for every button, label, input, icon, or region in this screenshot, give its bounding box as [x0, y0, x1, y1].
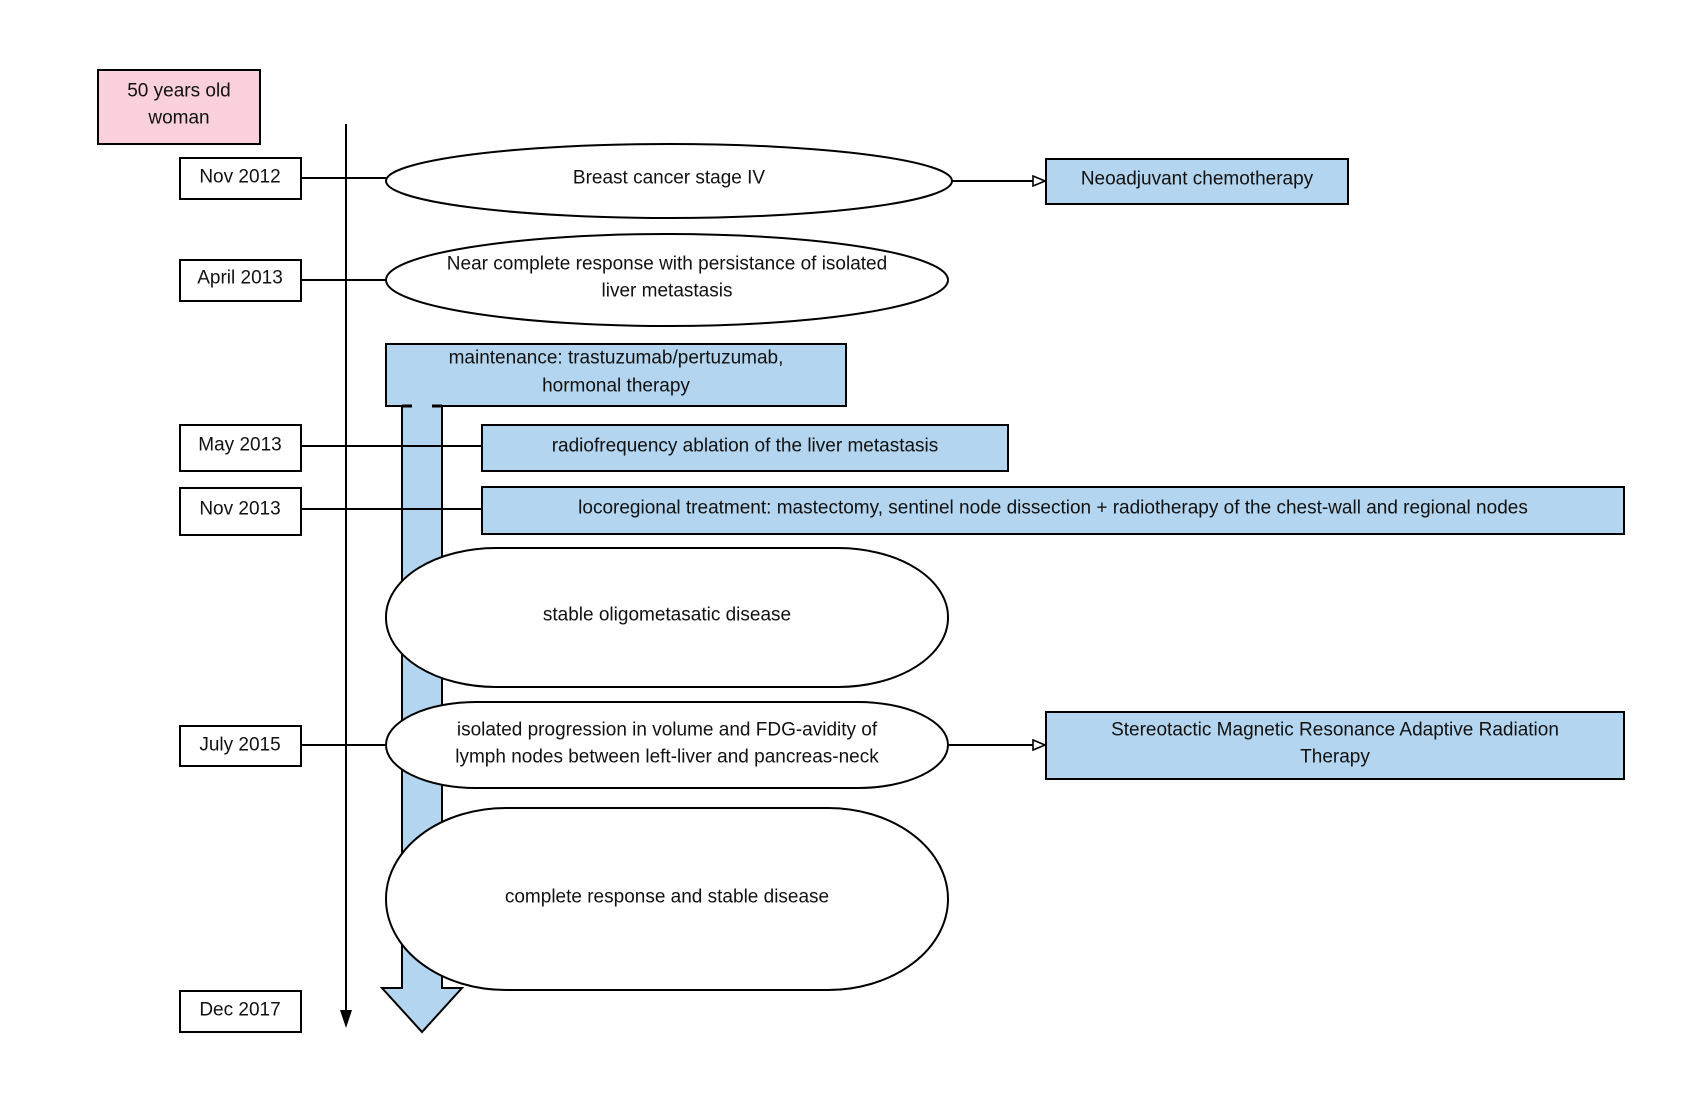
treatment-neoadjuvant-chemotherapy: Neoadjuvant chemotherapy [1045, 158, 1349, 205]
treatment-label: Neoadjuvant chemotherapy [1081, 169, 1314, 190]
treatment-label: radiofrequency ablation of the liver met… [552, 436, 939, 457]
event-isolated-progression: isolated progression in volume and FDG-a… [385, 701, 949, 789]
treatment-maintenance-therapy: maintenance: trastuzumab/pertuzumab, hor… [385, 343, 847, 407]
date-box-april-2013: April 2013 [179, 259, 302, 302]
date-box-nov-2012: Nov 2012 [179, 157, 302, 200]
patient-box: 50 years old woman [97, 69, 261, 145]
arrow-down-icon [340, 1010, 352, 1028]
treatment-label-line-1: Stereotactic Magnetic Resonance Adaptive… [1111, 720, 1559, 741]
treatment-label: locoregional treatment: mastectomy, sent… [578, 498, 1528, 519]
treatment-timeline-diagram: 50 years old woman Nov 2012 April 2013 M… [97, 69, 1625, 1034]
date-label: Nov 2012 [199, 167, 280, 188]
treatment-locoregional: locoregional treatment: mastectomy, sent… [481, 486, 1625, 535]
date-label: May 2013 [198, 435, 281, 456]
event-label-line-2: lymph nodes between left-liver and pancr… [455, 747, 879, 768]
treatment-smart-radiation-therapy: Stereotactic Magnetic Resonance Adaptive… [1045, 711, 1625, 780]
date-label: April 2013 [197, 268, 283, 289]
event-label: complete response and stable disease [505, 887, 829, 908]
patient-label-line-2: woman [147, 108, 209, 129]
treatment-label-line-1: maintenance: trastuzumab/pertuzumab, [449, 348, 784, 369]
treatment-radiofrequency-ablation: radiofrequency ablation of the liver met… [481, 424, 1009, 472]
event-label-line-2: liver metastasis [602, 281, 733, 302]
date-label: Nov 2013 [199, 499, 280, 520]
event-near-complete-response: Near complete response with persistance … [385, 233, 949, 327]
patient-label-line-1: 50 years old [127, 81, 231, 102]
event-complete-response: complete response and stable disease [385, 807, 949, 991]
event-label: Breast cancer stage IV [573, 168, 766, 189]
event-label: stable oligometasatic disease [543, 605, 791, 626]
treatment-label-line-2: hormonal therapy [542, 376, 690, 397]
date-box-may-2013: May 2013 [179, 424, 302, 472]
date-box-nov-2013: Nov 2013 [179, 487, 302, 536]
event-label-line-1: Near complete response with persistance … [447, 254, 887, 275]
date-label: Dec 2017 [199, 1000, 280, 1021]
event-label-line-1: isolated progression in volume and FDG-a… [457, 720, 878, 741]
event-stable-oligometastatic-disease: stable oligometasatic disease [385, 547, 949, 688]
treatment-label-line-2: Therapy [1300, 747, 1370, 768]
event-breast-cancer-stage-iv: Breast cancer stage IV [385, 143, 953, 219]
date-box-dec-2017: Dec 2017 [179, 990, 302, 1033]
date-label: July 2015 [199, 735, 280, 756]
date-box-july-2015: July 2015 [179, 725, 302, 767]
